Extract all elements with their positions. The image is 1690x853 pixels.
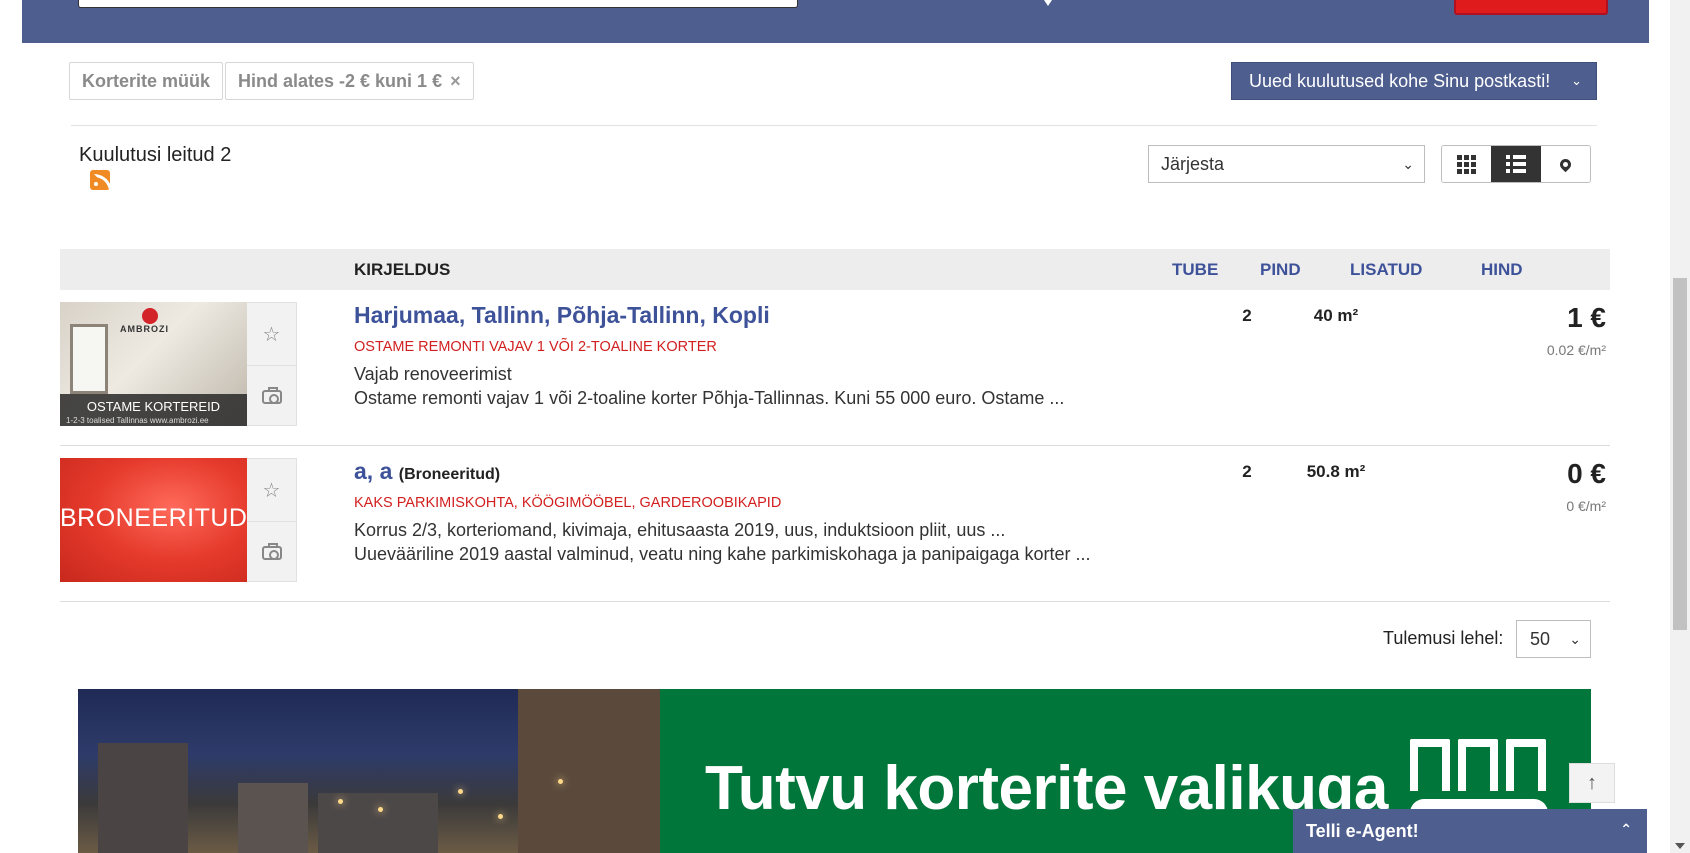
chevron-down-icon: ⌄ [1571,73,1582,88]
view-toggle [1441,145,1591,183]
thumbnail-caption: OSTAME KORTEREID [86,399,221,414]
per-page-value: 50 [1530,629,1551,649]
camera-icon[interactable] [247,521,296,583]
listing-price: 1 € [1567,302,1606,333]
thumbnail-logo-text: AMBROZI [120,324,169,334]
listing-description-line2: Ostame remonti vajav 1 või 2-toaline kor… [354,388,1065,408]
chevron-down-icon: ⌄ [1569,631,1581,647]
listing-subtitle: OSTAME REMONTI VAJAV 1 VÕI 2-TOALINE KOR… [354,339,717,355]
listing-description-line1: Korrus 2/3, korteriomand, kivimaja, ehit… [354,520,1006,540]
listing-price-per-m2: 0.02 €/m² [1546,342,1606,358]
filter-chip-category[interactable]: Korterite müük [69,62,224,100]
listing-status: (Broneeritud) [398,466,501,483]
listing-title-text[interactable]: a, a [354,458,392,484]
site-header [22,0,1649,43]
listing-rooms: 2 [1242,462,1252,481]
scroll-down-arrow-icon[interactable] [1675,843,1685,849]
map-pin-icon [1557,156,1574,172]
list-view-icon [1505,155,1526,173]
column-header-added[interactable]: LISATUD [1350,249,1422,290]
rss-icon[interactable] [90,170,110,190]
eagent-label: Telli e-Agent! [1306,821,1419,841]
listing-row[interactable]: BRONEERITUD ☆ a, a (Broneeritud) KAKS PA… [60,446,1610,602]
listing-thumbnail[interactable]: AMBROZI OSTAME KORTEREID 1-2-3 toalised … [60,302,247,426]
sort-selected-value: Järjesta [1161,154,1225,174]
listing-rooms: 2 [1242,306,1252,325]
camera-icon[interactable] [247,365,296,427]
search-input[interactable] [78,0,798,8]
listing-description-line1: Vajab renoveerimist [354,364,512,384]
column-header-price[interactable]: HIND [1481,249,1523,290]
favorite-star-icon[interactable]: ☆ [247,303,296,365]
listing-description-line2: Uuevääriline 2019 aastal valminud, veatu… [354,544,1091,564]
listing-thumbnail[interactable]: BRONEERITUD [60,458,247,582]
per-page-label: Tulemusi lehel: [1383,628,1504,648]
listing-price: 0 € [1567,458,1606,489]
close-icon[interactable]: × [450,71,461,91]
sort-select[interactable]: Järjesta ⌄ [1148,145,1425,183]
chevron-up-icon: ⌃ [1620,821,1632,837]
listing-area: 40 m² [1313,306,1359,325]
scrollbar-thumb[interactable] [1673,278,1687,630]
thumbnail-small-text: 1-2-3 toalised Tallinnas www.ambrozi.ee [66,416,209,425]
column-header-area[interactable]: PIND [1260,249,1301,290]
divider [71,125,1597,126]
listing-title-text[interactable]: Harjumaa, Tallinn, Põhja-Tallinn, Kopli [354,302,770,328]
banner-text: Tutvu korterite valikuga [705,754,1388,823]
eagent-panel-button[interactable]: Telli e-Agent! ⌃ [1293,809,1647,853]
listings-table-header: KIRJELDUS TUBE PIND LISATUD HIND [60,249,1610,290]
filter-chip-label: Korterite müük [82,71,211,91]
per-page-select[interactable]: 50 ⌄ [1516,620,1591,658]
listing-actions: ☆ [247,302,297,426]
chevron-down-icon: ⌄ [1402,156,1414,172]
merko-logo-icon [1410,739,1548,829]
column-header-rooms[interactable]: TUBE [1172,249,1218,290]
grid-view-button[interactable] [1442,146,1492,182]
email-alert-label: Uued kuulutused kohe Sinu postkasti! [1249,71,1551,91]
filter-chip-price[interactable]: Hind alates -2 € kuni 1 € × [225,62,474,100]
thumbnail-caption: BRONEERITUD [60,504,247,532]
listing-title[interactable]: a, a (Broneeritud) [354,458,500,485]
favorite-star-icon[interactable]: ☆ [247,459,296,521]
ambrozi-logo-icon [142,308,158,324]
grid-view-icon [1457,154,1477,174]
listing-actions: ☆ [247,458,297,582]
column-header-description: KIRJELDUS [354,260,451,279]
listing-subtitle: KAKS PARKIMISKOHTA, KÖÖGIMÖÖBEL, GARDERO… [354,495,782,511]
back-to-top-button[interactable]: ↑ [1569,763,1615,803]
email-alert-button[interactable]: Uued kuulutused kohe Sinu postkasti! ⌄ [1231,62,1597,100]
listing-price-per-m2: 0 €/m² [1566,498,1606,514]
filter-chip-label: Hind alates -2 € kuni 1 € [238,71,443,91]
banner-photo [78,689,660,853]
dropdown-caret-icon[interactable] [1044,0,1052,6]
listing-area: 50.8 m² [1306,462,1366,481]
map-view-button[interactable] [1540,146,1590,182]
results-count: Kuulutusi leitud 2 [79,144,232,166]
listing-row[interactable]: AMBROZI OSTAME KORTEREID 1-2-3 toalised … [60,290,1610,446]
listing-title[interactable]: Harjumaa, Tallinn, Põhja-Tallinn, Kopli [354,302,770,329]
list-view-button[interactable] [1491,146,1541,182]
page-scrollbar[interactable] [1670,0,1690,853]
search-button[interactable] [1454,0,1608,15]
